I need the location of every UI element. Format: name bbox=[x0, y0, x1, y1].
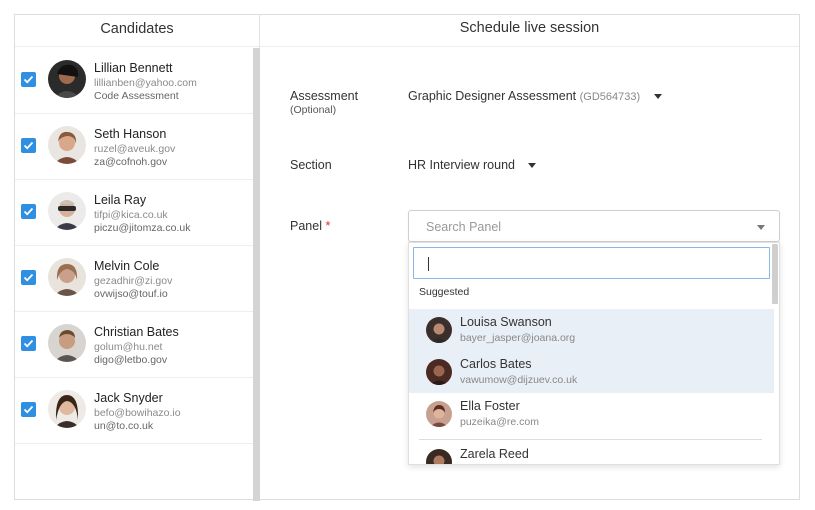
option-name: Zarela Reed bbox=[460, 447, 529, 461]
option-name: Ella Foster bbox=[460, 399, 520, 413]
panel-label: Panel * bbox=[290, 219, 330, 233]
avatar bbox=[48, 324, 86, 362]
avatar bbox=[48, 390, 86, 428]
candidate-row[interactable]: Leila Ray tifpi@kica.co.uk piczu@jitomza… bbox=[15, 180, 253, 246]
panel-label-text: Panel bbox=[290, 219, 322, 233]
assessment-value: Graphic Designer Assessment bbox=[408, 89, 577, 103]
dropdown-scrollbar[interactable] bbox=[772, 244, 778, 304]
candidate-email: golum@hu.net bbox=[94, 341, 163, 353]
assessment-label: Assessment bbox=[290, 89, 359, 103]
candidate-email: ruzel@aveuk.gov bbox=[94, 143, 176, 155]
schedule-title: Schedule live session bbox=[260, 15, 799, 47]
avatar bbox=[48, 60, 86, 98]
candidate-name: Christian Bates bbox=[94, 325, 179, 339]
checkbox-checked[interactable] bbox=[21, 72, 36, 87]
option-name: Louisa Swanson bbox=[460, 315, 552, 329]
avatar bbox=[48, 126, 86, 164]
candidate-email: gezadhir@zi.gov bbox=[94, 275, 173, 287]
avatar bbox=[426, 317, 452, 343]
panel-option[interactable]: Carlos Bates vawumow@dijzuev.co.uk bbox=[409, 351, 774, 393]
option-email: vawumow@dijzuev.co.uk bbox=[460, 374, 578, 386]
candidate-row[interactable]: Melvin Cole gezadhir@zi.gov ovwijso@touf… bbox=[15, 246, 253, 312]
chevron-down-icon bbox=[528, 163, 537, 169]
assessment-select[interactable]: Graphic Designer Assessment (GD564733) bbox=[408, 89, 662, 103]
candidate-email: tifpi@kica.co.uk bbox=[94, 209, 168, 221]
candidate-row[interactable]: Christian Bates golum@hu.net digo@letbo.… bbox=[15, 312, 253, 378]
candidate-detail: Code Assessment bbox=[94, 90, 179, 102]
text-cursor bbox=[428, 257, 429, 271]
schedule-panel: Schedule live session Assessment (Option… bbox=[260, 15, 799, 499]
avatar bbox=[426, 359, 452, 385]
candidate-detail: un@to.co.uk bbox=[94, 420, 154, 432]
schedule-dialog: Candidates Lillian Bennett lillianben@ya… bbox=[14, 14, 800, 501]
option-name: Carlos Bates bbox=[460, 357, 532, 371]
suggested-heading: Suggested bbox=[419, 286, 470, 298]
candidate-row[interactable]: Seth Hanson ruzel@aveuk.gov za@cofnoh.go… bbox=[15, 114, 253, 180]
panel-search-input[interactable] bbox=[413, 247, 770, 279]
candidates-scrollbar[interactable] bbox=[253, 48, 260, 501]
panel-option[interactable]: Louisa Swanson bayer_jasper@joana.org bbox=[409, 309, 774, 351]
checkbox-checked[interactable] bbox=[21, 402, 36, 417]
avatar bbox=[48, 258, 86, 296]
candidate-name: Lillian Bennett bbox=[94, 61, 173, 75]
candidate-name: Melvin Cole bbox=[94, 259, 160, 273]
candidates-panel: Candidates Lillian Bennett lillianben@ya… bbox=[15, 15, 260, 501]
section-label: Section bbox=[290, 158, 332, 172]
panel-option[interactable]: Zarela Reed bbox=[409, 441, 774, 464]
required-marker: * bbox=[325, 219, 331, 233]
candidates-title: Candidates bbox=[15, 15, 259, 47]
checkbox-checked[interactable] bbox=[21, 270, 36, 285]
chevron-down-icon bbox=[653, 94, 662, 100]
option-email: puzeika@re.com bbox=[460, 416, 539, 428]
candidate-detail: digo@letbo.gov bbox=[94, 354, 168, 366]
panel-select[interactable]: Search Panel bbox=[408, 210, 780, 242]
candidate-email: lillianben@yahoo.com bbox=[94, 77, 197, 89]
candidate-detail: ovwijso@touf.io bbox=[94, 288, 168, 300]
panel-option[interactable]: Ella Foster puzeika@re.com bbox=[409, 393, 774, 435]
candidate-name: Seth Hanson bbox=[94, 127, 167, 141]
candidate-name: Jack Snyder bbox=[94, 391, 163, 405]
avatar bbox=[426, 401, 452, 427]
section-select[interactable]: HR Interview round bbox=[408, 158, 537, 172]
avatar bbox=[426, 449, 452, 464]
checkbox-checked[interactable] bbox=[21, 336, 36, 351]
candidate-row[interactable]: Lillian Bennett lillianben@yahoo.com Cod… bbox=[15, 48, 253, 114]
divider bbox=[419, 439, 762, 440]
section-value: HR Interview round bbox=[408, 158, 515, 172]
checkbox-checked[interactable] bbox=[21, 204, 36, 219]
candidate-detail: za@cofnoh.gov bbox=[94, 156, 168, 168]
panel-placeholder: Search Panel bbox=[426, 220, 502, 234]
avatar bbox=[48, 192, 86, 230]
assessment-optional-label: (Optional) bbox=[290, 104, 337, 116]
candidate-email: befo@bowihazo.io bbox=[94, 407, 181, 419]
panel-dropdown: Suggested Louisa Swanson bayer_jasper@jo… bbox=[408, 242, 780, 465]
assessment-code: (GD564733) bbox=[579, 91, 641, 103]
checkbox-checked[interactable] bbox=[21, 138, 36, 153]
option-email: bayer_jasper@joana.org bbox=[460, 332, 576, 344]
candidate-row[interactable]: Jack Snyder befo@bowihazo.io un@to.co.uk bbox=[15, 378, 253, 444]
chevron-down-icon bbox=[757, 225, 765, 230]
candidate-name: Leila Ray bbox=[94, 193, 147, 207]
candidate-detail: piczu@jitomza.co.uk bbox=[94, 222, 191, 234]
